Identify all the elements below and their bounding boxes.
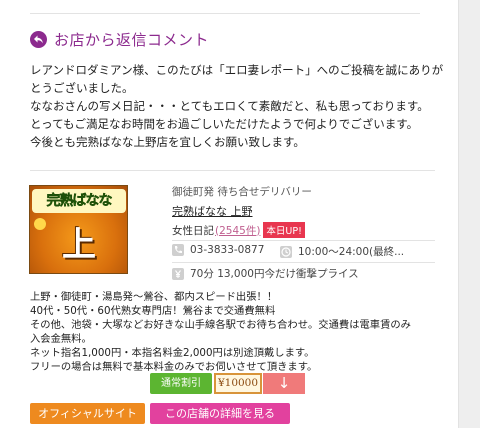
- description-line: ネット指名1,000円・本指名料金2,000円は別途頂戴します。: [30, 347, 315, 359]
- info-divider: [172, 240, 435, 241]
- reply-line: とってもご満足なお時間をお過ごしいただけたようで何よりでございます。: [30, 117, 419, 131]
- reply-arrow-icon: [30, 30, 47, 48]
- shop-detail-button[interactable]: この店舗の詳細を見る: [150, 403, 290, 424]
- diary-row: 女性日記 (2545件) 本日UP!: [172, 222, 305, 238]
- price-row: 70分 13,000円今だけ衝撃プライス: [172, 266, 359, 281]
- business-hours: 10:00～24:00(最終...: [298, 246, 405, 258]
- logo-main-text: 上野: [62, 225, 96, 265]
- diary-count-link[interactable]: (2545件): [215, 223, 260, 238]
- phone-icon: [172, 244, 184, 256]
- reply-line: 今後とも完熟ばなな上野店を宜しくお願い致します。: [30, 135, 305, 149]
- reply-header: お店から返信コメント: [30, 28, 209, 50]
- shop-area: 御徒町発 待ち合せデリバリー: [172, 186, 312, 198]
- description-line: 40代・50代・60代熟女専門店！鶯谷まで交通費無料: [30, 305, 276, 317]
- diary-label: 女性日記: [172, 224, 214, 237]
- regular-discount-button[interactable]: 通常割引: [150, 373, 212, 394]
- phone-number[interactable]: 03-3833-0877: [190, 244, 264, 256]
- description-line: その他、池袋・大塚などお好きな山手線各駅でお待ち合わせ。交通費は電車賃のみ: [30, 319, 411, 331]
- clock-icon: [280, 245, 292, 258]
- description-line: フリーの場合は無料で基本料金のみでお伺いさせて頂きます。: [30, 361, 318, 373]
- logo-top-text: 完熟ばなな: [32, 189, 126, 213]
- down-arrow-button[interactable]: ↓: [263, 373, 305, 394]
- reply-line: ななおさんの写メ日記・・・とてもエロくて素敵だと、私も思っております。: [30, 99, 429, 113]
- logo-banana-icon: [34, 218, 46, 230]
- shop-description: 上野・御徒町・湯島発～鶯谷、都内スピード出張！！ 40代・50代・60代熟女専門…: [30, 290, 435, 374]
- right-side-panel: [458, 0, 480, 428]
- top-divider: [30, 13, 420, 14]
- price-text: 70分 13,000円今だけ衝撃プライス: [190, 268, 359, 280]
- shop-logo[interactable]: 完熟ばなな 上野: [29, 185, 128, 274]
- phone-row[interactable]: 03-3833-0877: [172, 244, 264, 256]
- reply-body: レアンドロダミアン様、このたびは「エロ妻レポート」へのご投稿を誠にありが とうご…: [30, 61, 444, 151]
- reply-line: とうございました。: [30, 81, 134, 95]
- reply-title: お店から返信コメント: [54, 30, 210, 49]
- hours-row: 10:00～24:00(最終...: [280, 244, 404, 259]
- reply-line: レアンドロダミアン様、このたびは「エロ妻レポート」へのご投稿を誠にありが: [30, 63, 444, 77]
- description-line: 上野・御徒町・湯島発～鶯谷、都内スピード出張！！: [30, 291, 278, 303]
- description-line: 入会金無料。: [30, 333, 92, 345]
- official-site-button[interactable]: オフィシャルサイト: [30, 403, 145, 424]
- review-card: お店から返信コメント レアンドロダミアン様、このたびは「エロ妻レポート」へのご投…: [0, 0, 458, 428]
- yen-icon: [172, 267, 184, 280]
- coupon-amount[interactable]: ¥10000: [214, 373, 262, 394]
- info-divider: [172, 262, 435, 263]
- section-divider: [30, 170, 435, 171]
- shop-name-link[interactable]: 完熟ばなな 上野: [172, 203, 253, 219]
- update-badge: 本日UP!: [263, 222, 305, 238]
